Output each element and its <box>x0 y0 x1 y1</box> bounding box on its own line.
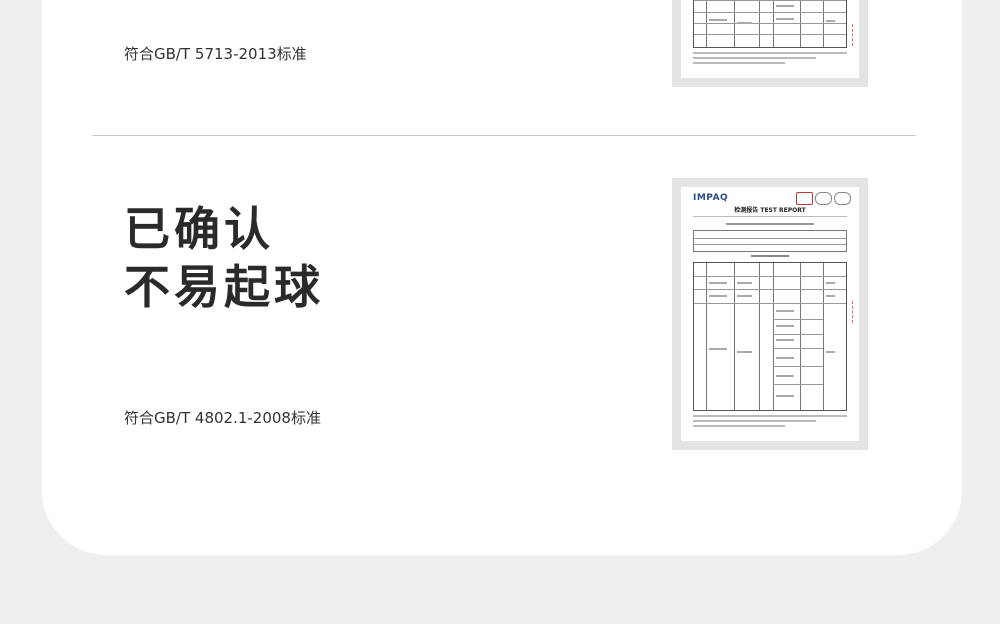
test-report-page: IMPAQ 检测报告 TEST REPORT <box>681 187 859 441</box>
lab-logo: IMPAQ <box>693 193 729 203</box>
report-meta <box>693 216 847 220</box>
test-report-page <box>681 0 859 78</box>
sample-description-heading <box>726 223 814 225</box>
headline-text: 叟色 <box>124 0 224 4</box>
colorfastness-section: 叟色 符合GB/T 5713-2013标准 <box>42 0 962 135</box>
cnas-badge-icon <box>834 192 851 205</box>
section-headline: 叟色 <box>124 0 224 6</box>
cma-badge-icon <box>796 192 813 205</box>
test-results-heading <box>751 255 789 257</box>
sample-description-table <box>693 230 847 252</box>
headline-line-2: 不易起球 <box>124 260 324 314</box>
section-headline: 已确认 不易起球 <box>124 200 324 316</box>
headline-line-1: 已确认 <box>124 202 274 256</box>
report-title: 检测报告 TEST REPORT <box>734 207 806 214</box>
results-table <box>693 0 847 48</box>
ilac-badge-icon <box>815 192 832 205</box>
results-table <box>693 262 847 411</box>
report-footer <box>693 52 847 70</box>
seal-stamp <box>852 301 857 324</box>
seal-stamp <box>852 23 857 46</box>
standard-compliance-text: 符合GB/T 5713-2013标准 <box>124 45 307 63</box>
test-report-thumbnail: IMPAQ 检测报告 TEST REPORT <box>672 178 868 450</box>
anti-pilling-section: 已确认 不易起球 符合GB/T 4802.1-2008标准 IMPAQ 检测报告… <box>42 135 962 495</box>
test-report-thumbnail <box>672 0 868 87</box>
standard-compliance-text: 符合GB/T 4802.1-2008标准 <box>124 409 321 427</box>
report-footer <box>693 415 847 433</box>
content-card: 叟色 符合GB/T 5713-2013标准 <box>42 0 962 555</box>
